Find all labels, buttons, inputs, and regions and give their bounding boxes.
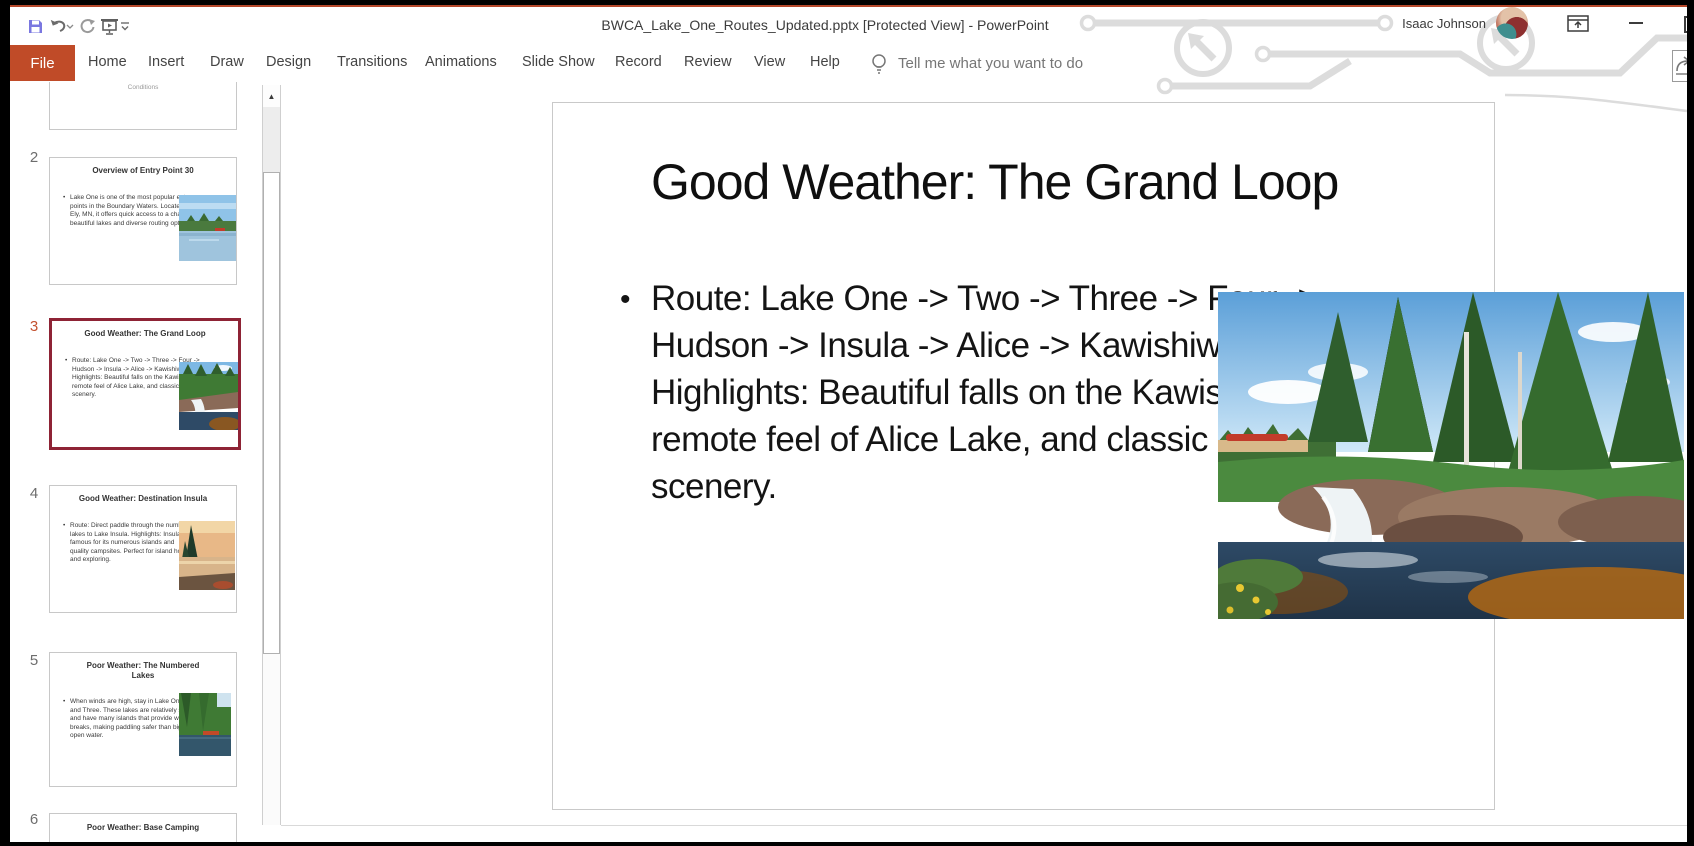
thumbnail-body-line: Hudson -> Insula -> Alice -> Kawishiwi. [72, 366, 185, 375]
maximize-button[interactable] [1684, 16, 1687, 33]
thumbnail-slide-5[interactable]: Poor Weather: The Numbered Lakes • When … [49, 652, 237, 787]
thumbnail-body-line: remote feel of Alice Lake, and classic [72, 383, 179, 392]
thumbnail-slide-3-selected[interactable]: Good Weather: The Grand Loop • Route: La… [49, 318, 241, 450]
minimize-button[interactable] [1629, 22, 1643, 24]
start-slideshow-icon [100, 18, 119, 35]
thumbnail-body-line: and exploring. [70, 556, 111, 565]
ribbon-display-options-button[interactable] [1567, 15, 1589, 37]
customize-qat-icon [120, 20, 130, 32]
bullet-glyph: • [63, 522, 65, 529]
account-avatar[interactable] [1496, 7, 1528, 39]
tab-record[interactable]: Record [615, 54, 662, 76]
thumbnail-title: Good Weather: The Grand Loop [56, 329, 234, 339]
thumbnail-body-line: Route: Direct paddle through the numbere… [70, 522, 195, 531]
tell-me-lightbulb-icon [870, 52, 888, 81]
tab-animations[interactable]: Animations [425, 54, 497, 76]
start-slideshow-button[interactable] [98, 15, 120, 37]
slide-number-3: 3 [22, 318, 46, 335]
thumbnail-body-line: and Three. These lakes are relatively sm… [70, 707, 194, 716]
tell-me-input[interactable]: Tell me what you want to do [898, 55, 1083, 72]
ribbon-display-options-icon [1567, 15, 1589, 32]
thumbnail-photo-sunset [179, 521, 235, 590]
thumbnail-body-line: Lake One is one of the most popular entr… [70, 194, 191, 203]
tab-insert[interactable]: Insert [148, 54, 184, 76]
tab-file[interactable]: File [10, 45, 75, 81]
thumbnail-photo-lake [179, 195, 236, 261]
slide-bullet-glyph: • [620, 283, 631, 317]
scrollbar-thumb[interactable] [263, 172, 280, 654]
thumbnail-title: Poor Weather: Base Camping [54, 823, 232, 833]
tab-draw[interactable]: Draw [210, 54, 244, 76]
thumbnail-title: Poor Weather: The Numbered Lakes [80, 661, 206, 681]
thumbnail-body-line: Ely, MN, it offers quick access to a cha… [70, 211, 193, 220]
thumbnail-slide-6-partial[interactable]: Poor Weather: Base Camping [49, 813, 237, 842]
save-icon [27, 18, 44, 35]
tab-help[interactable]: Help [810, 54, 840, 76]
thumbnail-body-line: lakes to Lake Insula. Highlights: Insula… [70, 531, 187, 540]
scroll-up-button[interactable]: ▲ [263, 85, 280, 108]
thumbnail-photo-forest-shore [179, 693, 231, 756]
thumbnail-slide-4[interactable]: Good Weather: Destination Insula • Route… [49, 485, 237, 613]
thumbnail-title: Overview of Entry Point 30 [54, 166, 232, 176]
slide-number-6: 6 [22, 811, 46, 828]
scroll-up-arrow-icon: ▲ [268, 92, 276, 101]
account-user-name[interactable]: Isaac Johnson [1300, 16, 1486, 31]
slide-photo-river-falls [1218, 292, 1684, 619]
share-button[interactable] [1672, 50, 1687, 82]
share-icon [1673, 51, 1687, 77]
scrollbar-track[interactable] [263, 107, 280, 172]
bullet-glyph: • [63, 194, 65, 201]
powerpoint-window: BWCA_Lake_One_Routes_Updated.pptx [Prote… [10, 5, 1687, 842]
slide-number-2: 2 [22, 149, 46, 166]
thumbnail-photo-river [179, 362, 238, 430]
thumbnail-body-line: and have many islands that provide wind [70, 715, 187, 724]
tab-view[interactable]: View [754, 54, 785, 76]
redo-button[interactable] [76, 15, 98, 37]
tab-design[interactable]: Design [266, 54, 311, 76]
tab-transitions[interactable]: Transitions [337, 54, 407, 76]
tab-review[interactable]: Review [684, 54, 732, 76]
thumbnail-body-line: open water. [70, 732, 104, 741]
window-title: BWCA_Lake_One_Routes_Updated.pptx [Prote… [210, 17, 1440, 33]
slide-title: Good Weather: The Grand Loop [651, 153, 1338, 211]
tab-home[interactable]: Home [88, 54, 127, 76]
slide-number-5: 5 [22, 652, 46, 669]
thumbnail-slide-1-partial[interactable]: Conditions [49, 82, 237, 130]
tab-slide-show[interactable]: Slide Show [522, 54, 595, 76]
redo-icon [79, 18, 96, 35]
customize-qat-button[interactable] [118, 15, 132, 37]
thumbnail-body-line: scenery. [72, 391, 96, 400]
thumbnail-body-line: Highlights: Beautiful falls on the Kawis… [72, 374, 195, 383]
thumbnail-panel-scrollbar[interactable]: ▲ [262, 85, 281, 825]
thumbnail-body-line: famous for its numerous islands and [70, 539, 174, 548]
bullet-glyph: • [63, 698, 65, 705]
thumbnail-title: Good Weather: Destination Insula [54, 494, 232, 504]
thumbnail-body-line: breaks, making paddling safer than big [70, 724, 182, 733]
workspace-bottom-divider [281, 825, 1687, 826]
slide-number-4: 4 [22, 485, 46, 502]
thumbnail-slide-2[interactable]: Overview of Entry Point 30 • Lake One is… [49, 157, 237, 285]
undo-dropdown-chevron-icon[interactable] [64, 15, 76, 37]
thumbnail-slide-1-fragment: Conditions [54, 83, 232, 93]
thumbnail-body-line: beautiful lakes and diverse routing opti… [70, 220, 193, 229]
bullet-glyph: • [65, 357, 67, 364]
save-button[interactable] [24, 15, 46, 37]
